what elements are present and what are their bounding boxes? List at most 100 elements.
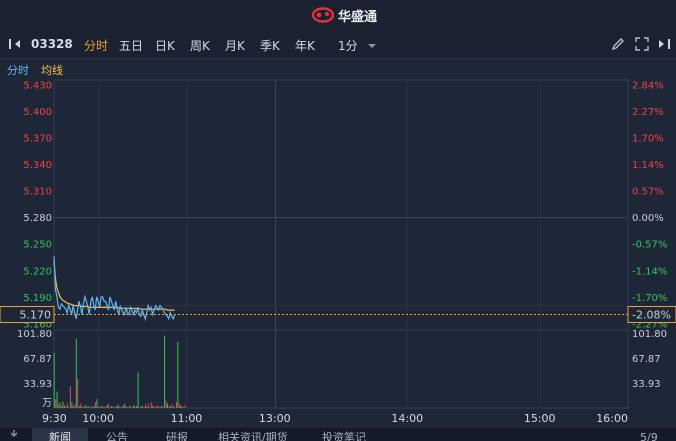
volume-bar	[64, 405, 65, 408]
tab-five-day[interactable]: 五日	[119, 37, 143, 54]
tab-research[interactable]: 研报	[166, 428, 188, 441]
volume-bar	[109, 407, 111, 408]
fullscreen-icon[interactable]	[634, 36, 650, 52]
brand: 华盛通	[312, 5, 377, 25]
tab-daily-k[interactable]: 日K	[155, 37, 175, 54]
volume-bar	[139, 407, 141, 408]
volume-bar	[172, 406, 174, 408]
volume-bar	[164, 335, 166, 408]
volume-bar	[168, 405, 170, 408]
bottom-tab-bar: 新闻 公告 研报 相关资讯/期货 投资笔记 5/9	[0, 428, 676, 441]
interval-select[interactable]: 1分	[338, 37, 377, 54]
volume-bar	[130, 406, 132, 408]
time-tick-label: 10:00	[82, 412, 114, 425]
title-bar: 华盛通	[0, 0, 676, 32]
volume-bar	[161, 405, 163, 408]
volume-bar	[65, 406, 67, 408]
volume-bar	[68, 407, 70, 408]
volume-bar	[121, 406, 123, 408]
volume-bar	[55, 399, 57, 408]
tab-news[interactable]: 新闻	[32, 428, 88, 441]
chevron-down-icon	[368, 44, 377, 48]
tab-monthly-k[interactable]: 月K	[225, 37, 245, 54]
tab-quarterly-k[interactable]: 季K	[260, 37, 280, 54]
percent-tick-label: -0.57%	[632, 240, 667, 251]
percent-tick-label: 0.57%	[632, 187, 664, 198]
volume-bar	[155, 407, 157, 408]
volume-bar	[96, 399, 98, 408]
collapse-down-icon[interactable]	[8, 430, 20, 440]
tab-announcements[interactable]: 公告	[106, 428, 128, 441]
draw-pen-icon[interactable]	[610, 36, 626, 52]
volume-bar	[75, 338, 77, 408]
volume-bar	[181, 406, 183, 408]
price-tick-label: 5.250	[23, 240, 52, 251]
volume-bar	[119, 407, 121, 408]
percent-tick-label: 2.84%	[632, 80, 664, 91]
volume-bar	[66, 403, 68, 408]
app-title: 华盛通	[338, 9, 378, 25]
volume-bar	[118, 405, 120, 408]
volume-bar	[61, 405, 63, 408]
volume-bar	[80, 403, 82, 408]
volume-bar	[115, 406, 117, 408]
volume-bar	[184, 405, 186, 408]
price-tick-label: 5.280	[23, 213, 52, 224]
volume-bar	[183, 407, 185, 408]
tab-weekly-k[interactable]: 周K	[190, 37, 210, 54]
volume-bar	[143, 407, 145, 408]
app-window: 华盛通 03328 分时 五日 日K 周K 月K 季K 年K 1分 分时 均线 …	[0, 0, 676, 441]
volume-bar	[165, 400, 167, 408]
intraday-chart[interactable]: 5.430 5.400 5.370 5.340 5.310 5.280 5.250 5.220…	[0, 79, 676, 428]
tab-yearly-k[interactable]: 年K	[295, 37, 315, 54]
volume-bar	[122, 405, 124, 408]
volume-bar	[100, 405, 102, 408]
percent-tick-label: 0.00%	[632, 213, 664, 224]
price-tick-label: 5.400	[23, 107, 52, 118]
expand-panel-icon[interactable]	[656, 36, 672, 52]
price-tick-label: 5.310	[23, 187, 52, 198]
volume-bar	[77, 378, 79, 408]
volume-bar	[71, 402, 73, 408]
volume-bar	[111, 405, 113, 408]
volume-bar	[81, 406, 83, 408]
volume-bar	[103, 407, 105, 408]
volume-bar	[74, 404, 76, 408]
volume-bar	[175, 402, 177, 408]
volume-bar	[162, 406, 164, 408]
volume-bar	[117, 404, 118, 408]
volume-bar	[158, 406, 160, 408]
volume-bar	[174, 407, 176, 408]
volume-bar	[58, 404, 60, 408]
volume-bar	[178, 403, 180, 408]
volume-bar	[170, 406, 171, 408]
volume-bar	[167, 403, 168, 408]
page-indicator: 5/9	[640, 431, 658, 441]
volume-tick-label: 67.87	[23, 354, 52, 365]
volume-bar	[124, 403, 126, 408]
volume-bar	[99, 407, 101, 408]
volume-unit-label: 万	[42, 398, 52, 409]
volume-tick-label: 101.80	[17, 329, 52, 340]
volume-bar	[84, 405, 86, 408]
time-tick-label: 15:00	[524, 412, 556, 425]
volume-bar	[108, 403, 110, 408]
volume-bar	[134, 406, 136, 408]
volume-bar	[140, 406, 142, 408]
time-tick-label: 14:00	[391, 412, 423, 425]
volume-bar	[159, 407, 161, 408]
volume-bar	[145, 404, 146, 408]
tab-related-news[interactable]: 相关资讯/期货	[218, 428, 288, 441]
volume-bar	[62, 401, 64, 408]
chart-background	[0, 79, 676, 428]
tab-notes[interactable]: 投资笔记	[322, 428, 366, 441]
time-tick-label: 11:00	[171, 412, 203, 425]
price-tick-label: 5.340	[23, 160, 52, 171]
volume-tick-label-right: 101.80	[632, 329, 667, 340]
sidebar-collapse-icon[interactable]	[7, 36, 23, 52]
volume-bar	[59, 402, 61, 408]
volume-bar	[102, 406, 104, 408]
tab-intraday[interactable]: 分时	[84, 37, 108, 54]
volume-bar	[69, 385, 71, 408]
volume-bar	[127, 407, 129, 408]
